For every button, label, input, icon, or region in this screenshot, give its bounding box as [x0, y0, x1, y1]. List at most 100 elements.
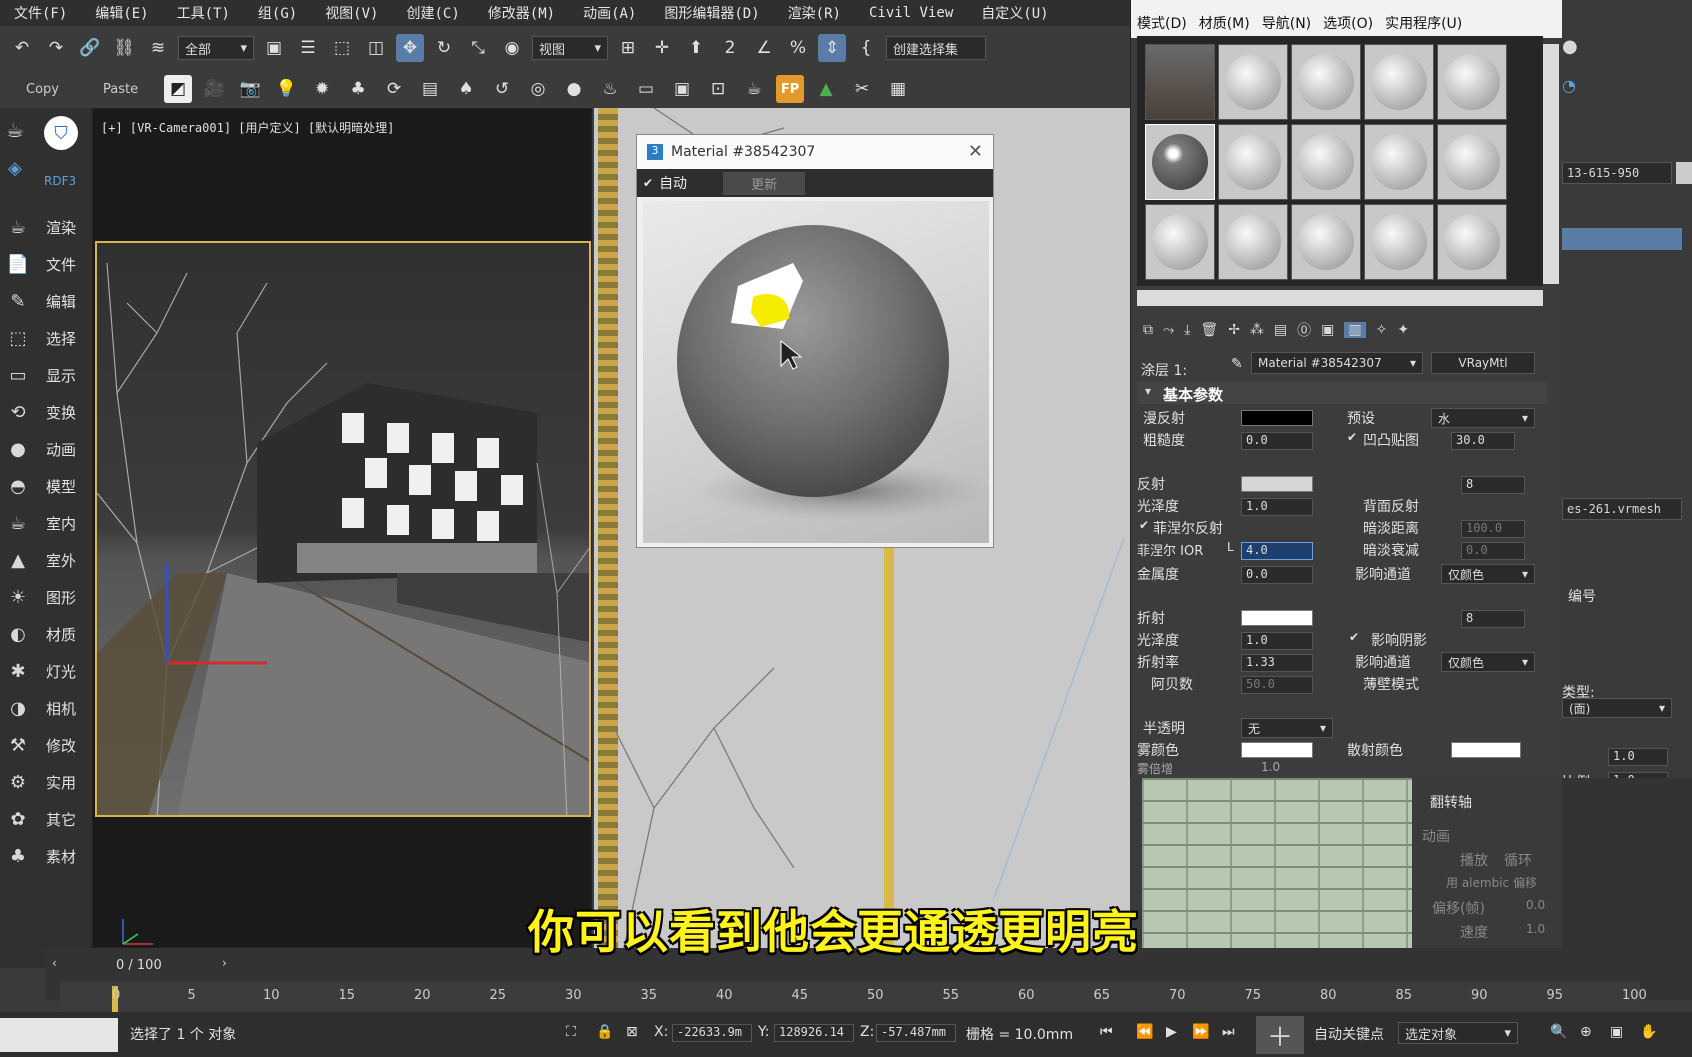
proxy-icon[interactable]: ⟳ [380, 75, 408, 103]
tools-icon[interactable]: ✂ [848, 75, 876, 103]
play-icon[interactable]: ▶ [1166, 1024, 1177, 1040]
material-slot[interactable] [1291, 44, 1361, 120]
paste-button[interactable]: Paste [85, 82, 156, 97]
keyboard-shortcut-icon[interactable]: ⬆ [682, 34, 710, 62]
menu-item-1[interactable]: 编辑(E) [81, 3, 162, 23]
scatter-color-swatch[interactable] [1451, 742, 1521, 758]
scene-icon[interactable]: ◩ [164, 75, 193, 103]
named-selection-dropdown[interactable]: 创建选择集 [886, 36, 986, 60]
editor-menu-item-3[interactable]: 选项(O) [1323, 13, 1373, 33]
menu-item-9[interactable]: 渲染(R) [774, 3, 855, 23]
selection-filter-dropdown[interactable]: 全部 ▾ [178, 36, 254, 60]
sun-icon[interactable]: ✹ [308, 75, 336, 103]
undo-icon[interactable]: ↶ [8, 34, 36, 62]
refr-channels-dropdown[interactable]: 仅颜色 ▾ [1441, 652, 1535, 672]
close-icon[interactable]: ✕ [968, 141, 983, 162]
teapot-icon[interactable]: ☕ [740, 75, 768, 103]
refract-subdiv-spinner[interactable]: 8 [1461, 610, 1525, 628]
menu-item-10[interactable]: Civil View [855, 5, 967, 21]
sidebar-item-4[interactable]: ▭ 显示 [0, 358, 92, 392]
translucency-dropdown[interactable]: 无 ▾ [1241, 718, 1333, 738]
delete-icon[interactable]: 🗑 [1200, 322, 1218, 338]
refr-gloss-spinner[interactable]: 1.0 [1241, 632, 1313, 650]
copy-button[interactable]: Copy [8, 82, 77, 97]
put-to-scene-icon[interactable]: ⤳ [1163, 322, 1174, 338]
forest-pack-icon[interactable]: FP [776, 75, 805, 103]
next-frame-icon[interactable]: › [222, 956, 227, 970]
fur-icon[interactable]: ♠ [452, 75, 480, 103]
roughness-spinner[interactable]: 0.0 [1241, 432, 1313, 450]
sidebar-item-2[interactable]: ✎ 编辑 [0, 284, 92, 318]
select-object-icon[interactable]: ▣ [260, 34, 288, 62]
modifier-stack-selected[interactable] [1562, 228, 1682, 250]
create-tab-icon[interactable]: ● [1562, 36, 1578, 57]
sidebar-item-0[interactable]: ☕ 渲染 [0, 210, 92, 244]
rect-selection-icon[interactable]: ⬚ [328, 34, 356, 62]
goto-start-icon[interactable]: ⏮ [1100, 1024, 1113, 1040]
spinner-snap-icon[interactable]: ⇕ [818, 34, 846, 62]
zoom-all-icon[interactable]: ⊕ [1580, 1024, 1592, 1040]
maxscript-listener[interactable] [0, 1018, 118, 1052]
sidebar-item-5[interactable]: ⟲ 变换 [0, 395, 92, 429]
select-by-name-icon[interactable]: ☰ [294, 34, 322, 62]
menu-item-3[interactable]: 组(G) [244, 3, 311, 23]
fresnel-checkbox[interactable]: ✔ [1139, 518, 1149, 532]
preset-dropdown[interactable]: 水 ▾ [1431, 408, 1535, 428]
goto-end-icon[interactable]: ⏭ [1222, 1024, 1235, 1040]
x-coord-field[interactable]: -22633.9m [672, 1024, 752, 1042]
dim-distance-spinner[interactable]: 100.0 [1461, 520, 1525, 538]
menu-item-7[interactable]: 动画(A) [569, 3, 650, 23]
dim-falloff-spinner[interactable]: 0.0 [1461, 542, 1525, 560]
material-ball-icon[interactable]: ● [560, 75, 588, 103]
ior-spinner[interactable]: 1.33 [1241, 654, 1313, 672]
ref-coord-dropdown[interactable]: 视图 ▾ [532, 36, 608, 60]
material-slot[interactable] [1218, 204, 1288, 280]
fresnel-ior-spinner[interactable]: 4.0 [1241, 542, 1313, 560]
editor-menu-item-4[interactable]: 实用程序(U) [1385, 13, 1462, 33]
make-unique-icon[interactable]: ⁂ [1250, 322, 1264, 338]
pivot-icon[interactable]: ⊞ [614, 34, 642, 62]
rotate-icon[interactable]: ↻ [430, 34, 458, 62]
fresnel-ior-lock[interactable]: L [1227, 540, 1234, 554]
scale-icon[interactable]: ⤡ [464, 34, 492, 62]
redo-icon[interactable]: ↷ [42, 34, 70, 62]
sidebar-item-13[interactable]: ◑ 相机 [0, 691, 92, 725]
material-slot[interactable] [1145, 204, 1215, 280]
absolute-mode-icon[interactable]: ⊠ [626, 1024, 638, 1040]
sidebar-item-6[interactable]: ● 动画 [0, 432, 92, 466]
material-slot[interactable] [1291, 124, 1361, 200]
put-library-icon[interactable]: ▤ [1274, 322, 1287, 338]
bump-checkbox[interactable]: ✔ [1347, 430, 1357, 444]
list-icon[interactable]: ▦ [884, 75, 912, 103]
type-dropdown[interactable]: (面) ▾ [1562, 698, 1672, 718]
material-slot[interactable] [1437, 44, 1507, 120]
move-icon[interactable]: ✥ [396, 34, 424, 62]
lamp-icon[interactable]: ♨ [596, 75, 624, 103]
proxy-file-field[interactable]: es-261.vrmesh [1562, 498, 1682, 520]
menu-item-8[interactable]: 图形编辑器(D) [650, 3, 773, 23]
diffuse-swatch[interactable] [1241, 410, 1313, 426]
affect-channels-dropdown[interactable]: 仅颜色 ▾ [1441, 564, 1535, 584]
fog-color-swatch[interactable] [1241, 742, 1313, 758]
tree-icon[interactable]: ♣ [344, 75, 372, 103]
sidebar-item-9[interactable]: ▲ 室外 [0, 543, 92, 577]
reflect-swatch[interactable] [1241, 476, 1313, 492]
auto-key-button[interactable]: 自动关键点 [1314, 1024, 1384, 1044]
sidebar-item-3[interactable]: ⬚ 选择 [0, 321, 92, 355]
affect-shadows-checkbox[interactable]: ✔ [1349, 630, 1359, 644]
material-name-field[interactable]: Material #38542307 ▾ [1251, 352, 1423, 374]
light-bulb-icon[interactable]: 💡 [272, 75, 300, 103]
refresh-icon[interactable]: ↺ [488, 75, 516, 103]
material-slot[interactable] [1145, 124, 1215, 200]
abbe-spinner[interactable]: 50.0 [1241, 676, 1313, 694]
go-parent-icon[interactable]: ✧ [1376, 322, 1388, 338]
editor-menu-item-1[interactable]: 材质(M) [1199, 13, 1250, 33]
next-key-icon[interactable]: ⏩ [1192, 1024, 1209, 1040]
scale-spinner[interactable]: 1.0 [1608, 748, 1668, 766]
show-end-result-icon[interactable]: ▥ [1344, 322, 1366, 338]
zoom-extents-icon[interactable]: ▣ [1610, 1024, 1623, 1040]
menu-item-5[interactable]: 创建(C) [392, 3, 473, 23]
refract-swatch[interactable] [1241, 610, 1313, 626]
sidebar-item-16[interactable]: ✿ 其它 [0, 802, 92, 836]
menu-item-0[interactable]: 文件(F) [0, 3, 81, 23]
